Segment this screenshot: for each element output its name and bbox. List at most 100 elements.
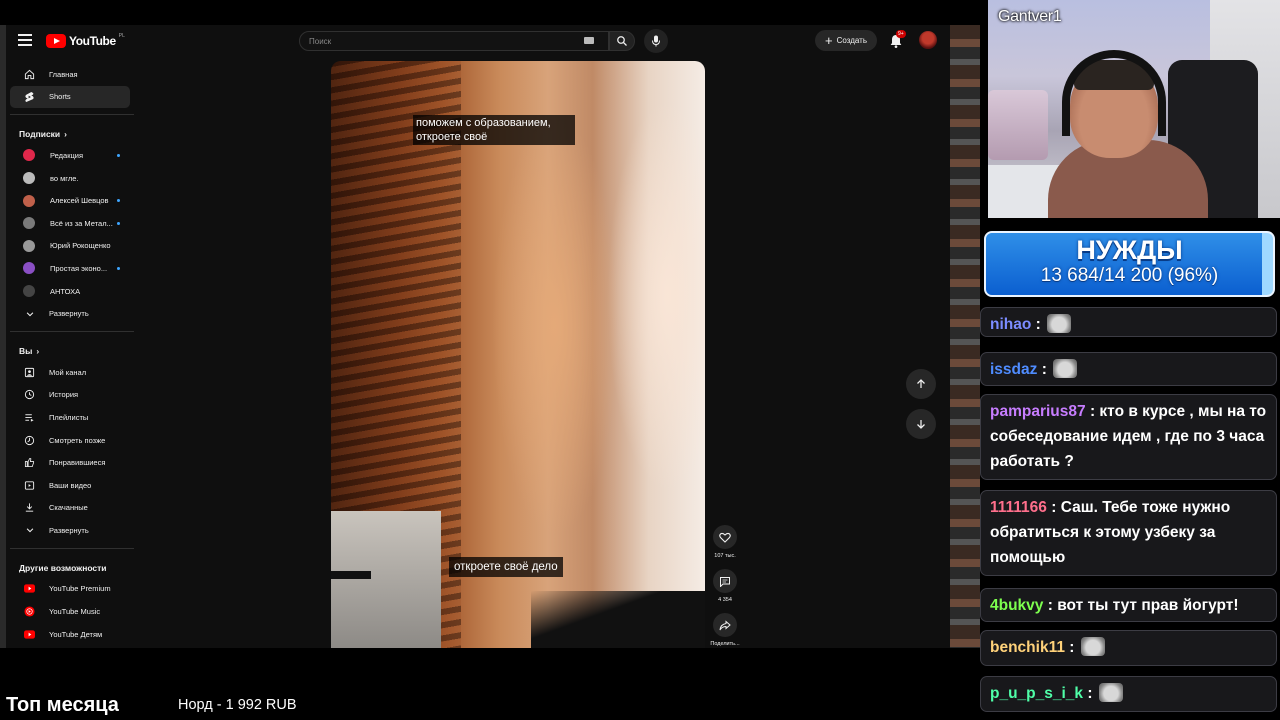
sidebar-subscription-item[interactable]: Всё из за Метал... xyxy=(10,212,130,235)
chevron-right-icon: › xyxy=(36,345,40,356)
sidebar-item-label: Юрий Рокощенко xyxy=(50,241,111,251)
previous-short-button[interactable] xyxy=(906,369,936,399)
sidebar-item-label: Shorts xyxy=(49,92,71,102)
account-avatar[interactable] xyxy=(919,31,937,49)
sidebar-item-label: YouTube Детям xyxy=(49,629,103,639)
youtube-premium-icon xyxy=(23,582,36,595)
like-action[interactable]: 107 тыс. xyxy=(710,525,740,559)
menu-icon[interactable] xyxy=(18,34,32,46)
youtube-logo[interactable]: YouTube PL xyxy=(46,33,125,48)
video-caption-bottom: откроете своё дело xyxy=(449,557,563,577)
sidebar-you-header[interactable]: Вы › xyxy=(6,338,134,361)
youtube-logo-text: YouTube xyxy=(69,34,116,48)
youtube-logo-country: PL xyxy=(118,33,125,39)
youtube-kids-icon xyxy=(23,628,36,641)
sidebar-item-label: Скачанные xyxy=(49,503,88,513)
stream-chat: nihao : issdaz : pamparius87 : кто в кур… xyxy=(980,305,1280,720)
chat-username: p_u_p_s_i_k xyxy=(990,685,1084,702)
video-frame-shadow xyxy=(531,591,705,648)
sidebar-item-downloads[interactable]: Скачанные xyxy=(10,497,130,520)
home-icon xyxy=(23,68,36,81)
keyboard-icon[interactable] xyxy=(584,37,594,44)
new-content-dot xyxy=(117,266,120,270)
sidebar-expand-subscriptions[interactable]: Развернуть xyxy=(10,302,130,325)
sidebar-subscription-item[interactable]: АНТОХА xyxy=(10,280,130,303)
sidebar-item-liked[interactable]: Понравившиеся xyxy=(10,451,130,474)
search-button[interactable] xyxy=(609,31,635,51)
sidebar-subscription-item[interactable]: Юрий Рокощенко xyxy=(10,235,130,258)
chat-username: benchik11 xyxy=(990,639,1065,656)
heart-icon xyxy=(719,532,731,543)
comment-count: 4 354 xyxy=(718,597,732,603)
cat-emote-icon xyxy=(1053,359,1078,378)
share-button[interactable] xyxy=(713,613,737,637)
comments-button[interactable] xyxy=(713,569,737,593)
goal-current: 13 684 xyxy=(1040,265,1099,286)
create-button[interactable]: + Создать xyxy=(815,30,877,51)
sidebar-subscription-item[interactable]: Простая эконо... xyxy=(10,257,130,280)
youtube-topbar: YouTube PL Поиск + Создать 9+ xyxy=(6,25,950,57)
your-videos-icon xyxy=(23,479,36,492)
chevron-right-icon: › xyxy=(64,129,67,140)
sidebar-item-your-videos[interactable]: Ваши видео xyxy=(10,474,130,497)
shorts-video-player[interactable]: поможем с образованием, откроете своё от… xyxy=(331,61,705,648)
share-action[interactable]: Поделить... xyxy=(710,613,740,647)
sidebar-item-label: во мгле. xyxy=(50,173,79,183)
next-short-button[interactable] xyxy=(906,409,936,439)
cat-emote-icon xyxy=(1080,637,1105,656)
sidebar-item-label: Смотреть позже xyxy=(49,435,106,445)
headset-icon xyxy=(1062,50,1166,136)
comment-icon xyxy=(720,576,730,587)
chat-message: pamparius87 : кто в курсе , мы на то соб… xyxy=(980,394,1277,480)
sidebar-divider xyxy=(10,114,134,116)
sidebar-item-home[interactable]: Главная xyxy=(10,63,130,86)
chat-username: 1111166 xyxy=(990,499,1047,516)
chevron-down-icon xyxy=(23,524,36,537)
sidebar-item-playlists[interactable]: Плейлисты xyxy=(10,406,130,429)
history-icon xyxy=(23,388,36,401)
sidebar-item-label: Понравившиеся xyxy=(49,458,106,468)
chat-username: pamparius87 xyxy=(990,403,1086,420)
goal-amount: 13 684/14 200 (96%) xyxy=(1040,265,1219,286)
search-input[interactable]: Поиск xyxy=(299,31,609,51)
sidebar-item-youtube-kids[interactable]: YouTube Детям xyxy=(10,623,130,646)
sidebar-subscription-item[interactable]: Редакция xyxy=(10,144,130,167)
sidebar-divider xyxy=(10,330,134,332)
sidebar-item-my-channel[interactable]: Мой канал xyxy=(10,361,130,384)
stream-screen: YouTube PL Поиск + Создать 9+ Главная Sh… xyxy=(0,0,1280,720)
sidebar-header-label: Подписки xyxy=(19,129,61,140)
sidebar-expand-you[interactable]: Развернуть xyxy=(10,519,130,542)
sidebar-header-label: Вы xyxy=(19,345,33,356)
notifications-badge: 9+ xyxy=(896,30,906,38)
chat-message: p_u_p_s_i_k : xyxy=(980,676,1277,712)
youtube-sidebar: Главная Shorts Подписки › Редакция во мг… xyxy=(6,63,134,645)
like-icon xyxy=(23,456,36,469)
voice-search-button[interactable] xyxy=(644,29,668,53)
channel-icon xyxy=(23,366,36,379)
sidebar-subscription-item[interactable]: во мгле. xyxy=(10,167,130,190)
comment-action[interactable]: 4 354 xyxy=(710,569,740,603)
sidebar-item-shorts[interactable]: Shorts xyxy=(10,85,130,109)
channel-avatar xyxy=(23,194,35,207)
chat-username: 4bukvy xyxy=(990,597,1044,614)
channel-avatar xyxy=(23,172,35,185)
like-button[interactable] xyxy=(713,525,737,549)
sidebar-item-history[interactable]: История xyxy=(10,384,130,407)
chat-message: nihao : xyxy=(980,307,1277,337)
sidebar-subscriptions-header[interactable]: Подписки › xyxy=(6,121,134,144)
sidebar-item-label: Ваши видео xyxy=(49,480,92,490)
sidebar-item-youtube-music[interactable]: YouTube Music xyxy=(10,600,130,623)
video-frame-object xyxy=(331,511,441,648)
arrow-down-icon xyxy=(917,420,925,429)
new-content-dot xyxy=(117,199,120,203)
channel-avatar xyxy=(23,239,35,252)
sidebar-subscription-item[interactable]: Алексей Шевцов xyxy=(10,189,130,212)
youtube-music-icon xyxy=(23,605,36,618)
channel-avatar xyxy=(23,149,35,162)
sidebar-item-label: Мой канал xyxy=(49,367,87,377)
sidebar-item-youtube-premium[interactable]: YouTube Premium xyxy=(10,578,130,601)
search-icon xyxy=(617,36,627,46)
sidebar-item-watch-later[interactable]: Смотреть позже xyxy=(10,429,130,452)
new-content-dot xyxy=(117,153,120,157)
watch-later-icon xyxy=(23,434,36,447)
